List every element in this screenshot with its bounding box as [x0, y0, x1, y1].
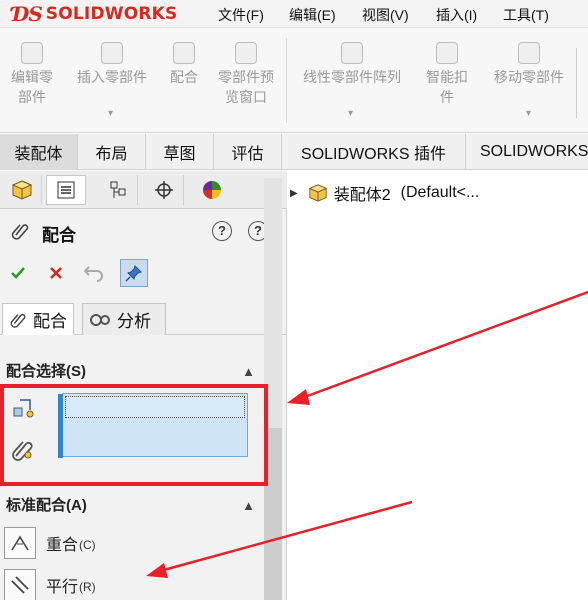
- move-component-button[interactable]: 移动零部件: [482, 42, 576, 87]
- menu-tools[interactable]: 工具(T): [503, 5, 549, 25]
- assembly-configuration: (Default<...: [400, 184, 480, 201]
- mate-ribbon-label: 配合: [170, 69, 198, 85]
- linear-pattern-label: 线性零部件阵列: [303, 69, 401, 85]
- mate-ribbon-button[interactable]: 配合: [162, 42, 206, 87]
- insert-component-icon: [101, 42, 123, 64]
- tab-assembly[interactable]: 装配体: [0, 134, 78, 170]
- tab-evaluate[interactable]: 评估: [214, 134, 282, 170]
- parallel-shortcut: (R): [79, 579, 96, 594]
- standard-mates-title: 标准配合(A): [6, 497, 87, 514]
- ribbon-scrollbar[interactable]: [576, 48, 584, 118]
- tree-root-assembly[interactable]: ▶ 装配体2 (Default<...: [290, 180, 479, 206]
- parallel-icon: [4, 569, 36, 600]
- menu-edit[interactable]: 编辑(E): [289, 5, 336, 25]
- coincident-mate-option[interactable]: 重合 (C): [4, 526, 96, 560]
- configuration-icon: [110, 181, 125, 198]
- expand-arrow-icon[interactable]: ▶: [290, 188, 298, 199]
- linear-pattern-icon: [341, 42, 363, 64]
- paperclip-icon: [11, 224, 29, 240]
- command-ribbon: 编辑零 部件 插入零部件 ▾ 配合 零部件预 览窗口 线性零部件阵列 ▾ 智能扣…: [0, 28, 588, 133]
- property-list-icon: [57, 181, 75, 199]
- tab-analysis[interactable]: 分析: [82, 303, 166, 335]
- edit-component-label-2: 部件: [18, 89, 46, 105]
- cancel-button[interactable]: [42, 259, 70, 287]
- appearance-ball-icon: [203, 181, 221, 199]
- cancel-x-icon: [50, 267, 62, 279]
- crosshair-icon: [154, 181, 173, 199]
- pin-button[interactable]: [120, 259, 148, 287]
- property-manager-actions: [0, 255, 287, 291]
- coincident-icon: [4, 527, 36, 559]
- menu-view[interactable]: 视图(V): [362, 5, 409, 25]
- property-manager-title: 配合: [42, 226, 76, 245]
- coincident-label: 重合: [46, 537, 79, 554]
- component-preview-label-2: 览窗口: [225, 89, 267, 105]
- parallel-label: 平行: [46, 579, 79, 596]
- dimxpert-tab[interactable]: [144, 175, 184, 205]
- component-preview-button[interactable]: 零部件预 览窗口: [210, 42, 282, 107]
- feature-manager-tab[interactable]: [2, 175, 42, 205]
- help-button[interactable]: ?: [212, 221, 232, 241]
- undo-icon: [83, 266, 103, 282]
- parallel-mate-option[interactable]: 平行 (R): [4, 568, 96, 600]
- insert-component-dropdown-icon[interactable]: ▾: [108, 108, 113, 119]
- mate-selections-title: 配合选择(S): [6, 363, 86, 380]
- insert-component-button[interactable]: 插入零部件: [66, 42, 158, 87]
- edit-component-button[interactable]: 编辑零 部件: [4, 42, 60, 107]
- standard-mates-header[interactable]: 标准配合(A) ▲: [0, 493, 263, 519]
- pushpin-icon: [125, 265, 142, 282]
- tab-mates[interactable]: 配合: [2, 303, 74, 335]
- display-manager-tab[interactable]: [192, 175, 232, 205]
- smart-fastener-label-2: 件: [440, 89, 454, 105]
- checkmark-icon: [11, 267, 25, 279]
- analysis-gears-icon: [90, 313, 110, 326]
- move-component-label: 移动零部件: [494, 69, 564, 85]
- ds-logo-mark: ƊS: [12, 2, 43, 26]
- tab-solidworks-addins[interactable]: SOLIDWORKS 插件: [282, 134, 466, 170]
- tab-solidworks[interactable]: SOLIDWORKS: [466, 134, 588, 170]
- ok-button[interactable]: [4, 259, 32, 287]
- linear-pattern-button[interactable]: 线性零部件阵列: [290, 42, 414, 87]
- edit-component-label-1: 编辑零: [11, 69, 53, 85]
- tab-mates-label: 配合: [33, 312, 67, 331]
- configuration-manager-tab[interactable]: [98, 175, 138, 205]
- undo-button[interactable]: [80, 259, 108, 287]
- manager-tabs: [0, 171, 287, 209]
- smart-fastener-button[interactable]: 智能扣 件: [418, 42, 476, 107]
- command-manager-tabs: 装配体 布局 草图 评估 SOLIDWORKS 插件 SOLIDWORKS: [0, 134, 588, 170]
- tab-layout[interactable]: 布局: [78, 134, 146, 170]
- arrow-head-upper: [287, 389, 310, 405]
- highlight-annotation-box: [0, 384, 268, 486]
- menu-insert[interactable]: 插入(I): [436, 5, 477, 25]
- smart-fastener-label-1: 智能扣: [426, 69, 468, 85]
- arrow-line-upper: [301, 290, 588, 400]
- assembly-name: 装配体2: [333, 187, 391, 204]
- assembly-tree-icon: [11, 180, 32, 200]
- move-component-icon: [518, 42, 540, 64]
- linear-pattern-dropdown-icon[interactable]: ▾: [348, 108, 353, 119]
- mate-subtabs: 配合 分析: [0, 301, 287, 335]
- smart-fastener-icon: [436, 42, 458, 64]
- collapse-caret-icon[interactable]: ▲: [242, 493, 255, 519]
- title-bar: ƊS SOLIDWORKS 文件(F) 编辑(E) 视图(V) 插入(I) 工具…: [0, 0, 588, 28]
- ribbon-separator: [286, 38, 287, 123]
- property-manager-tab[interactable]: [46, 175, 86, 205]
- tab-analysis-label: 分析: [117, 312, 151, 331]
- insert-component-label: 插入零部件: [77, 69, 147, 85]
- component-preview-label-1: 零部件预: [218, 69, 274, 85]
- edit-component-icon: [21, 42, 43, 64]
- assembly-icon: [308, 184, 328, 202]
- component-preview-icon: [235, 42, 257, 64]
- tab-sketch[interactable]: 草图: [146, 134, 214, 170]
- menu-file[interactable]: 文件(F): [218, 5, 264, 25]
- move-component-dropdown-icon[interactable]: ▾: [526, 108, 531, 119]
- solidworks-logo[interactable]: ƊS SOLIDWORKS: [12, 2, 178, 26]
- coincident-shortcut: (C): [79, 537, 96, 552]
- collapse-caret-icon[interactable]: ▲: [242, 359, 255, 385]
- logo-text: SOLIDWORKS: [45, 4, 178, 24]
- property-manager-header: 配合 ? ?: [0, 211, 287, 251]
- paperclip-icon: [10, 313, 26, 328]
- mate-selections-header[interactable]: 配合选择(S) ▲: [0, 359, 263, 385]
- mate-paperclip-icon: [173, 42, 195, 64]
